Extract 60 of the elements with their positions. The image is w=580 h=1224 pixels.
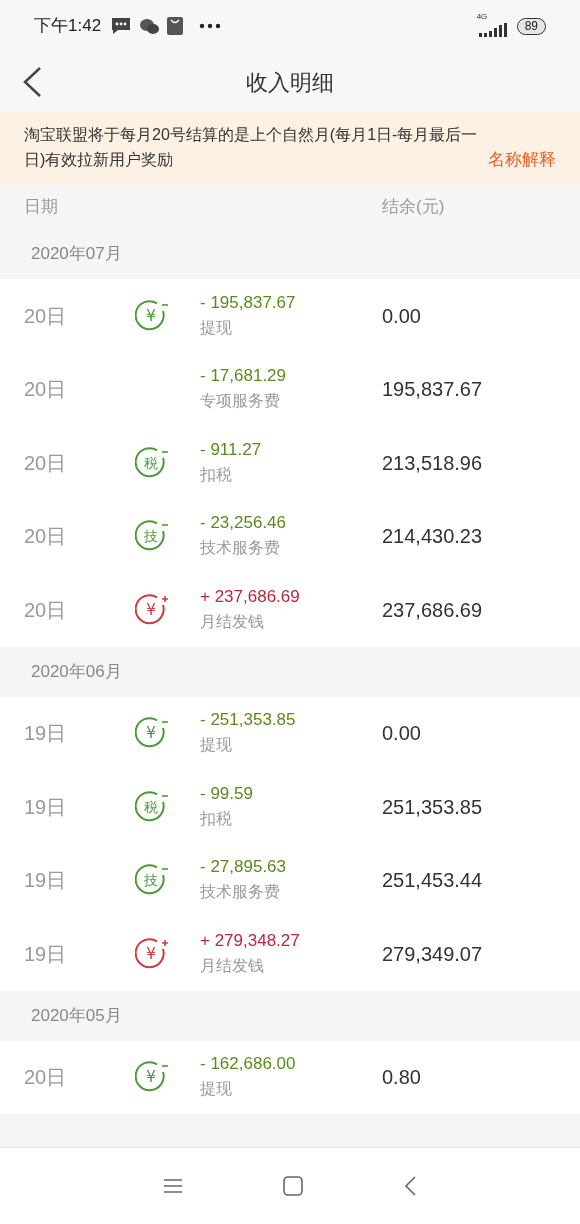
transaction-type: 提现 [200,1079,233,1100]
status-time: 下午1:42 [34,15,102,38]
date-label: 20日 [24,597,68,623]
amount-text: - 911.27 [200,438,263,461]
back-icon[interactable] [22,66,42,98]
transaction-type: 技术服务费 [200,538,281,559]
amount-text: + 279,348.27 [200,929,301,952]
date-label: 19日 [24,868,68,894]
amount-text: - 162,686.00 [200,1053,297,1076]
battery-indicator: 89 [516,17,546,35]
month-header: 2020年07月 [31,243,122,266]
transaction-type: 技术服务费 [200,882,281,903]
amount-text: - 195,837.67 [200,291,297,314]
page-title: 收入明细 [246,68,334,97]
amount-text: - 251,353.85 [200,709,297,732]
date-label: 20日 [24,524,68,550]
transaction-type: 专项服务费 [200,391,281,412]
shopping-bag-icon [167,17,184,35]
message-icon [111,17,132,35]
balance-value: 0.00 [382,303,421,329]
amount-text: - 27,895.63 [200,856,287,879]
home-icon[interactable] [283,1176,303,1196]
transaction-type: 提现 [200,735,233,756]
month-header: 2020年05月 [31,1004,122,1027]
transaction-type: 月结发钱 [200,955,265,976]
term-explanation-link[interactable]: 名称解释 [488,147,556,172]
date-label: 20日 [24,377,68,403]
amount-text: + 237,686.69 [200,585,301,608]
balance-value: 251,453.44 [382,868,483,894]
amount-text: - 23,256.46 [200,512,287,535]
date-label: 20日 [24,1065,68,1091]
transaction-type: 扣税 [200,464,233,485]
balance-value: 213,518.96 [382,450,483,476]
amount-text: - 17,681.29 [200,365,287,388]
date-label: 19日 [24,721,68,747]
balance-value: 251,353.85 [382,794,483,820]
network-label: 4G [476,13,488,21]
balance-value: 0.80 [382,1065,421,1091]
menu-icon[interactable] [163,1178,183,1194]
date-label: 20日 [24,303,68,329]
date-label: 20日 [24,450,68,476]
signal-icon [478,23,507,37]
amount-text: - 99.59 [200,782,254,805]
back-icon[interactable] [403,1175,417,1197]
balance-value: 0.00 [382,721,421,747]
date-label: 19日 [24,941,68,967]
column-header: 结余(元) [382,195,445,218]
transaction-type: 月结发钱 [200,611,265,632]
month-header: 2020年06月 [31,660,122,683]
transaction-type: 扣税 [200,808,233,829]
balance-value: 214,430.23 [382,524,483,550]
column-header: 日期 [24,195,59,218]
balance-value: 195,837.67 [382,377,483,403]
notice-text: 淘宝联盟将于每月20号结算的是上个自然月(每月1日-每月最后一日)有效拉新用户奖励 [24,125,479,170]
chat-bubbles-icon [139,17,160,35]
more-icon [199,23,222,29]
date-label: 19日 [24,794,68,820]
transaction-type: 提现 [200,317,233,338]
balance-value: 279,349.07 [382,941,483,967]
balance-value: 237,686.69 [382,597,483,623]
